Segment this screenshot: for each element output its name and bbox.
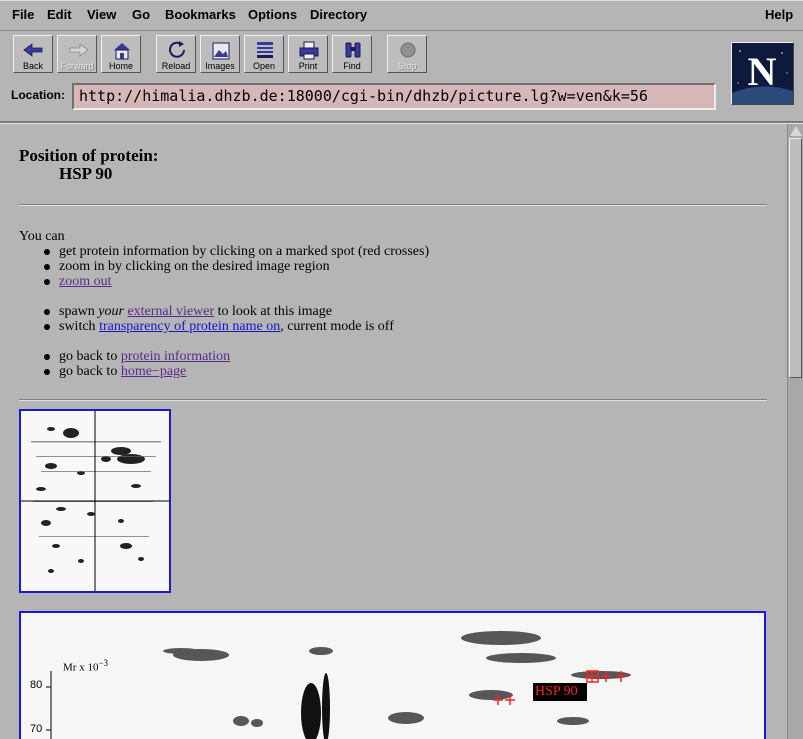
- hsp90-spot-label: HSP 90: [535, 684, 578, 699]
- menu-file[interactable]: File: [12, 7, 34, 22]
- gel-zoom-image: [21, 613, 764, 739]
- option-spawn-suffix: to look at this image: [214, 304, 332, 319]
- y-axis-unit-text: Mr x 10: [63, 661, 99, 674]
- option-spawn-text: spawn: [59, 304, 99, 319]
- back-arrow-icon: [23, 43, 43, 57]
- menu-options[interactable]: Options: [248, 7, 297, 22]
- protein-name: HSP 90: [59, 164, 113, 183]
- back-label: Back: [22, 61, 43, 71]
- binoculars-icon: [345, 42, 361, 58]
- options-list-3: go back to protein information go back t…: [40, 349, 230, 379]
- option-switch-suffix: , current mode is off: [280, 319, 394, 334]
- forward-label: Forward: [60, 61, 94, 71]
- home-icon: [114, 43, 130, 60]
- menu-view[interactable]: View: [87, 7, 116, 22]
- menu-bar: File Edit View Go Bookmarks Options Dire…: [0, 0, 803, 31]
- location-url-field[interactable]: http://himalia.dhzb.de:18000/cgi-bin/dhz…: [72, 83, 716, 110]
- scrollbar-thumb[interactable]: [789, 138, 802, 378]
- back-button[interactable]: Back: [13, 35, 53, 73]
- option-goback-text-2: go back to: [59, 364, 121, 379]
- list-item: zoom out: [40, 274, 429, 289]
- protein-information-link[interactable]: protein information: [121, 349, 230, 364]
- reload-icon: [169, 41, 185, 58]
- zoomed-gel-image[interactable]: Mr x 10−3 80 70 HSP 90: [19, 611, 766, 739]
- page-content: Position of protein: HSP 90 You can get …: [0, 124, 786, 739]
- print-button[interactable]: Print: [288, 35, 328, 73]
- menu-directory[interactable]: Directory: [310, 7, 367, 22]
- list-item: get protein information by clicking on a…: [40, 244, 429, 259]
- images-button[interactable]: Images: [200, 35, 240, 73]
- list-item: spawn your external viewer to look at th…: [40, 304, 394, 319]
- y-axis-exponent: −3: [98, 658, 109, 668]
- netscape-logo: N: [731, 42, 794, 105]
- list-item: zoom in by clicking on the desired image…: [40, 259, 429, 274]
- home-button[interactable]: Home: [101, 35, 141, 73]
- stop-label: Stop: [397, 61, 417, 71]
- page-title: Position of protein:: [19, 146, 159, 165]
- location-label: Location:: [11, 88, 65, 102]
- external-viewer-link[interactable]: external viewer: [127, 304, 214, 319]
- gel-thumbnail-image: [21, 411, 169, 591]
- zoom-out-link[interactable]: zoom out: [59, 274, 112, 289]
- svg-text:N: N: [748, 49, 777, 94]
- list-item: switch transparency of protein name on, …: [40, 319, 394, 334]
- open-button[interactable]: Open: [244, 35, 284, 73]
- browser-chrome: File Edit View Go Bookmarks Options Dire…: [0, 0, 803, 124]
- printer-icon: [299, 41, 319, 60]
- list-item: go back to protein information: [40, 349, 230, 364]
- netscape-n-icon: N: [732, 43, 793, 104]
- images-icon: [212, 42, 230, 60]
- option-goback-text: go back to: [59, 349, 121, 364]
- reload-button[interactable]: Reload: [156, 35, 196, 73]
- forward-button[interactable]: Forward: [57, 35, 97, 73]
- menu-go[interactable]: Go: [132, 7, 150, 22]
- y-tick-70: 70: [30, 723, 43, 735]
- scroll-up-arrow-icon[interactable]: [790, 126, 802, 136]
- y-axis-unit: Mr x 10−3: [63, 658, 108, 674]
- forward-arrow-icon: [69, 43, 89, 57]
- option-switch-text: switch: [59, 319, 100, 334]
- menu-bookmarks[interactable]: Bookmarks: [165, 7, 236, 22]
- images-label: Images: [205, 61, 235, 71]
- transparency-link[interactable]: transparency of protein name on: [99, 319, 280, 334]
- y-tick-80: 80: [30, 679, 43, 691]
- open-icon: [257, 42, 273, 58]
- open-label: Open: [252, 61, 276, 71]
- stop-button[interactable]: Stop: [387, 35, 427, 73]
- vertical-scrollbar[interactable]: [787, 124, 803, 739]
- option-your-text: your: [98, 304, 124, 319]
- reload-label: Reload: [161, 61, 191, 71]
- menu-edit[interactable]: Edit: [47, 7, 72, 22]
- home-label: Home: [108, 61, 133, 71]
- horizontal-rule: [19, 204, 767, 206]
- option-protein-info-text: get protein information by clicking on a…: [59, 244, 430, 259]
- intro-text: You can: [19, 229, 65, 244]
- print-label: Print: [298, 61, 318, 71]
- find-label: Find: [343, 61, 361, 71]
- horizontal-rule-2: [19, 399, 767, 401]
- find-button[interactable]: Find: [332, 35, 372, 73]
- home-page-link[interactable]: home−page: [121, 364, 186, 379]
- menu-help[interactable]: Help: [765, 7, 793, 22]
- overview-gel-thumbnail[interactable]: [19, 409, 171, 593]
- list-item: go back to home−page: [40, 364, 230, 379]
- stop-icon: [400, 42, 416, 58]
- options-list: get protein information by clicking on a…: [40, 244, 429, 289]
- option-zoom-in-text: zoom in by clicking on the desired image…: [59, 259, 330, 274]
- options-list-2: spawn your external viewer to look at th…: [40, 304, 394, 334]
